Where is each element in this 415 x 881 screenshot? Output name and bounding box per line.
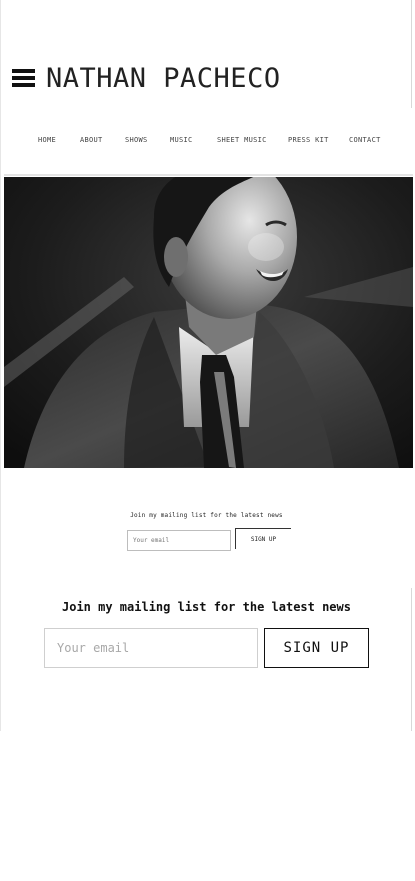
nav-item-about[interactable]: ABOUT (80, 136, 103, 144)
site-header: NATHAN PACHECO (12, 60, 281, 96)
mailing-list-preview-heading: Join my mailing list for the latest news (130, 512, 283, 519)
nav-divider (4, 174, 413, 176)
nav-item-music[interactable]: MUSIC (170, 136, 193, 144)
nav-item-sheet-music[interactable]: SHEET MUSIC (217, 136, 267, 144)
nav-item-shows[interactable]: SHOWS (125, 136, 148, 144)
hamburger-menu-icon[interactable] (12, 69, 35, 87)
preview-sign-up-button[interactable]: SIGN UP (235, 528, 291, 549)
page-edge-line (411, 0, 412, 108)
nav-item-press-kit[interactable]: PRESS KIT (288, 136, 329, 144)
mailing-list-heading: Join my mailing list for the latest news (62, 600, 351, 614)
sign-up-button[interactable]: SIGN UP (264, 628, 369, 668)
hero-image (4, 177, 413, 468)
nav-item-home[interactable]: HOME (38, 136, 56, 144)
email-field[interactable] (44, 628, 258, 668)
main-nav: HOME ABOUT SHOWS MUSIC SHEET MUSIC PRESS… (0, 136, 413, 152)
site-title[interactable]: NATHAN PACHECO (46, 63, 281, 94)
preview-email-field[interactable] (127, 530, 231, 551)
hero-portrait-illustration (4, 177, 413, 468)
nav-item-contact[interactable]: CONTACT (349, 136, 381, 144)
